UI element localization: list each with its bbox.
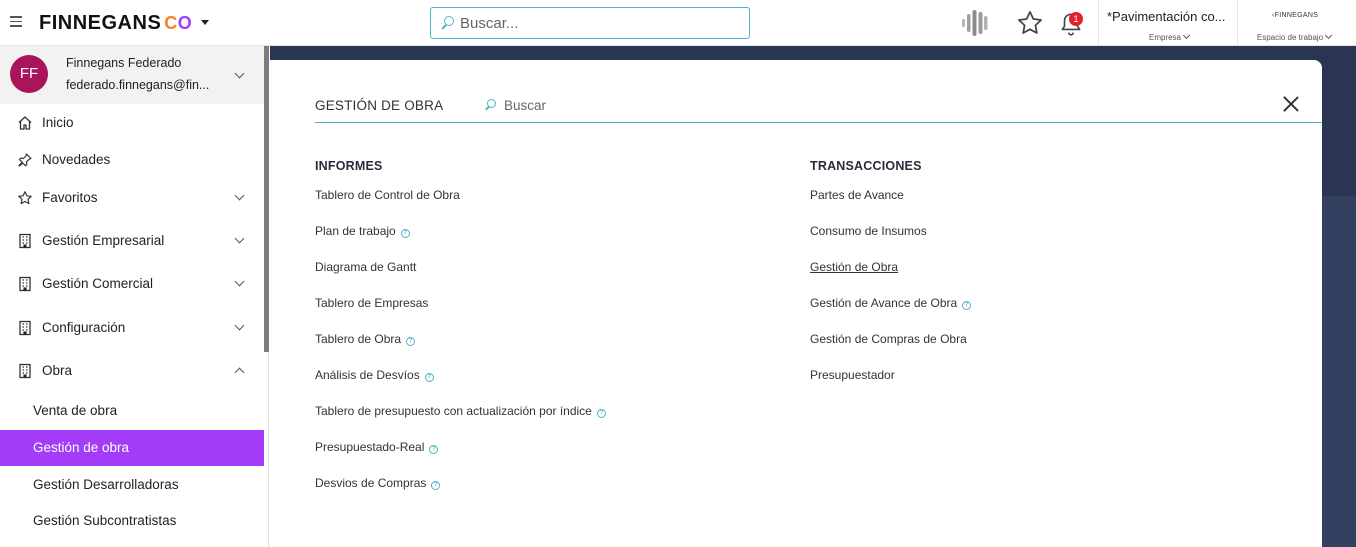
background-stripe bbox=[1322, 196, 1356, 547]
workspace-logo: ‹FINNEGANS bbox=[1272, 12, 1319, 19]
sidebar-item-inicio[interactable]: Inicio bbox=[0, 105, 264, 141]
sidebar-item-configuracion[interactable]: Configuración bbox=[0, 310, 264, 346]
sidebar-item-gestion-empresarial[interactable]: Gestión Empresarial bbox=[0, 223, 264, 259]
search-icon bbox=[440, 16, 454, 30]
panel-divider bbox=[315, 122, 1322, 123]
help-icon[interactable]: ? bbox=[429, 445, 439, 454]
sidebar-subitem-label: Gestión Subcontratistas bbox=[33, 513, 177, 528]
help-icon[interactable]: ? bbox=[431, 481, 441, 490]
link-presupuestado-real[interactable]: Presupuestado-Real? bbox=[315, 440, 439, 454]
sidebar-item-gestion-comercial[interactable]: Gestión Comercial bbox=[0, 266, 264, 302]
workspace-label: Espacio de trabajo bbox=[1239, 31, 1349, 42]
chevron-down-icon bbox=[1325, 31, 1333, 40]
brand-name: FINNEGANS bbox=[39, 12, 162, 34]
user-card[interactable]: FF Finnegans Federado federado.finnegans… bbox=[0, 46, 264, 104]
pin-icon bbox=[18, 153, 32, 167]
star-icon bbox=[18, 191, 32, 205]
sidebar-item-label: Configuración bbox=[42, 320, 126, 335]
sidebar-subitem-label: Gestión de obra bbox=[33, 440, 130, 455]
search-icon bbox=[484, 99, 496, 111]
link-consumo-insumos[interactable]: Consumo de Insumos bbox=[810, 224, 927, 238]
sidebar-item-obra[interactable]: Obra bbox=[0, 353, 264, 389]
top-bar: FINNEGANS CO 1 *Pavimentación co... Empr… bbox=[0, 0, 1356, 46]
sidebar-subitem-gestion-desarrolladoras[interactable]: Gestión Desarrolladoras bbox=[0, 467, 264, 503]
workspace-selector[interactable]: ‹FINNEGANS Espacio de trabajo bbox=[1239, 0, 1356, 46]
panel-title: GESTIÓN DE OBRA bbox=[315, 98, 444, 113]
link-tablero-presupuesto-indice[interactable]: Tablero de presupuesto con actualización… bbox=[315, 404, 606, 418]
favorites-star-icon[interactable] bbox=[1016, 9, 1044, 37]
avatar: FF bbox=[10, 55, 48, 93]
sidebar-item-favoritos[interactable]: Favoritos bbox=[0, 180, 264, 216]
link-presupuestador[interactable]: Presupuestador bbox=[810, 368, 895, 382]
sidebar-item-label: Favoritos bbox=[42, 190, 98, 205]
building-icon bbox=[19, 320, 31, 336]
help-icon[interactable]: ? bbox=[400, 229, 410, 238]
link-tablero-empresas[interactable]: Tablero de Empresas bbox=[315, 296, 428, 310]
brand-co-mark: CO bbox=[164, 13, 193, 33]
close-icon[interactable] bbox=[1283, 96, 1299, 112]
panel-search-input[interactable] bbox=[504, 97, 754, 113]
link-plan-de-trabajo[interactable]: Plan de trabajo? bbox=[315, 224, 410, 238]
building-icon bbox=[19, 276, 31, 292]
sidebar-subitem-gestion-de-obra[interactable]: Gestión de obra bbox=[0, 430, 264, 466]
user-name: Finnegans Federado bbox=[66, 56, 182, 70]
help-icon[interactable]: ? bbox=[406, 337, 416, 346]
link-analisis-desvios[interactable]: Análisis de Desvíos? bbox=[315, 368, 434, 382]
link-gestion-compras-obra[interactable]: Gestión de Compras de Obra bbox=[810, 332, 967, 346]
user-email: federado.finnegans@fin... bbox=[66, 78, 210, 92]
help-icon[interactable]: ? bbox=[596, 409, 606, 418]
sidebar-subitem-label: Gestión Desarrolladoras bbox=[33, 477, 179, 492]
sidebar-subitem-label: Venta de obra bbox=[33, 403, 118, 418]
link-desvios-compras[interactable]: Desvios de Compras? bbox=[315, 476, 441, 490]
brand-logo[interactable]: FINNEGANS CO bbox=[39, 12, 192, 35]
global-search[interactable] bbox=[430, 7, 750, 39]
informes-heading: INFORMES bbox=[315, 159, 383, 173]
company-label: Empresa bbox=[1099, 31, 1239, 42]
notification-badge: 1 bbox=[1069, 12, 1083, 26]
link-tablero-obra[interactable]: Tablero de Obra? bbox=[315, 332, 416, 346]
global-search-input[interactable] bbox=[460, 14, 740, 32]
assistant-wave-icon[interactable] bbox=[960, 8, 992, 38]
sidebar-subitem-gestion-subcontratistas[interactable]: Gestión Subcontratistas bbox=[0, 503, 264, 539]
menu-icon[interactable] bbox=[10, 16, 22, 28]
transacciones-heading: TRANSACCIONES bbox=[810, 159, 922, 173]
chevron-down-icon[interactable] bbox=[234, 68, 245, 79]
sidebar-scrollbar[interactable] bbox=[264, 46, 269, 352]
help-icon[interactable]: ? bbox=[962, 301, 972, 310]
chevron-up-icon bbox=[234, 367, 245, 378]
sidebar: FF Finnegans Federado federado.finnegans… bbox=[0, 46, 269, 547]
sidebar-subitem-venta-de-obra[interactable]: Venta de obra bbox=[0, 393, 264, 429]
link-partes-de-avance[interactable]: Partes de Avance bbox=[810, 188, 904, 202]
link-gestion-avance-obra[interactable]: Gestión de Avance de Obra? bbox=[810, 296, 972, 310]
chevron-down-icon bbox=[1182, 31, 1191, 40]
chevron-down-icon bbox=[234, 190, 245, 201]
company-name: *Pavimentación co... bbox=[1107, 9, 1226, 24]
chevron-down-icon bbox=[234, 276, 245, 287]
sidebar-item-label: Novedades bbox=[42, 152, 111, 167]
chevron-down-icon bbox=[234, 320, 245, 331]
building-icon bbox=[19, 233, 31, 249]
sidebar-item-novedades[interactable]: Novedades bbox=[0, 142, 264, 178]
link-tablero-control-obra[interactable]: Tablero de Control de Obra bbox=[315, 188, 460, 202]
sidebar-item-label: Inicio bbox=[42, 115, 74, 130]
link-diagrama-gantt[interactable]: Diagrama de Gantt bbox=[315, 260, 416, 274]
brand-dropdown-icon[interactable] bbox=[201, 20, 209, 25]
module-menu-panel: GESTIÓN DE OBRA INFORMES Tablero de Cont… bbox=[270, 60, 1322, 547]
sidebar-item-label: Gestión Comercial bbox=[42, 276, 154, 291]
chevron-down-icon bbox=[234, 233, 245, 244]
sidebar-item-label: Obra bbox=[42, 363, 73, 378]
help-icon[interactable]: ? bbox=[424, 373, 434, 382]
building-icon bbox=[19, 363, 31, 379]
home-icon bbox=[18, 116, 32, 130]
panel-search[interactable] bbox=[484, 95, 784, 115]
sidebar-item-label: Gestión Empresarial bbox=[42, 233, 165, 248]
link-gestion-de-obra[interactable]: Gestión de Obra bbox=[810, 260, 898, 274]
company-selector[interactable]: *Pavimentación co... Empresa bbox=[1098, 0, 1238, 46]
